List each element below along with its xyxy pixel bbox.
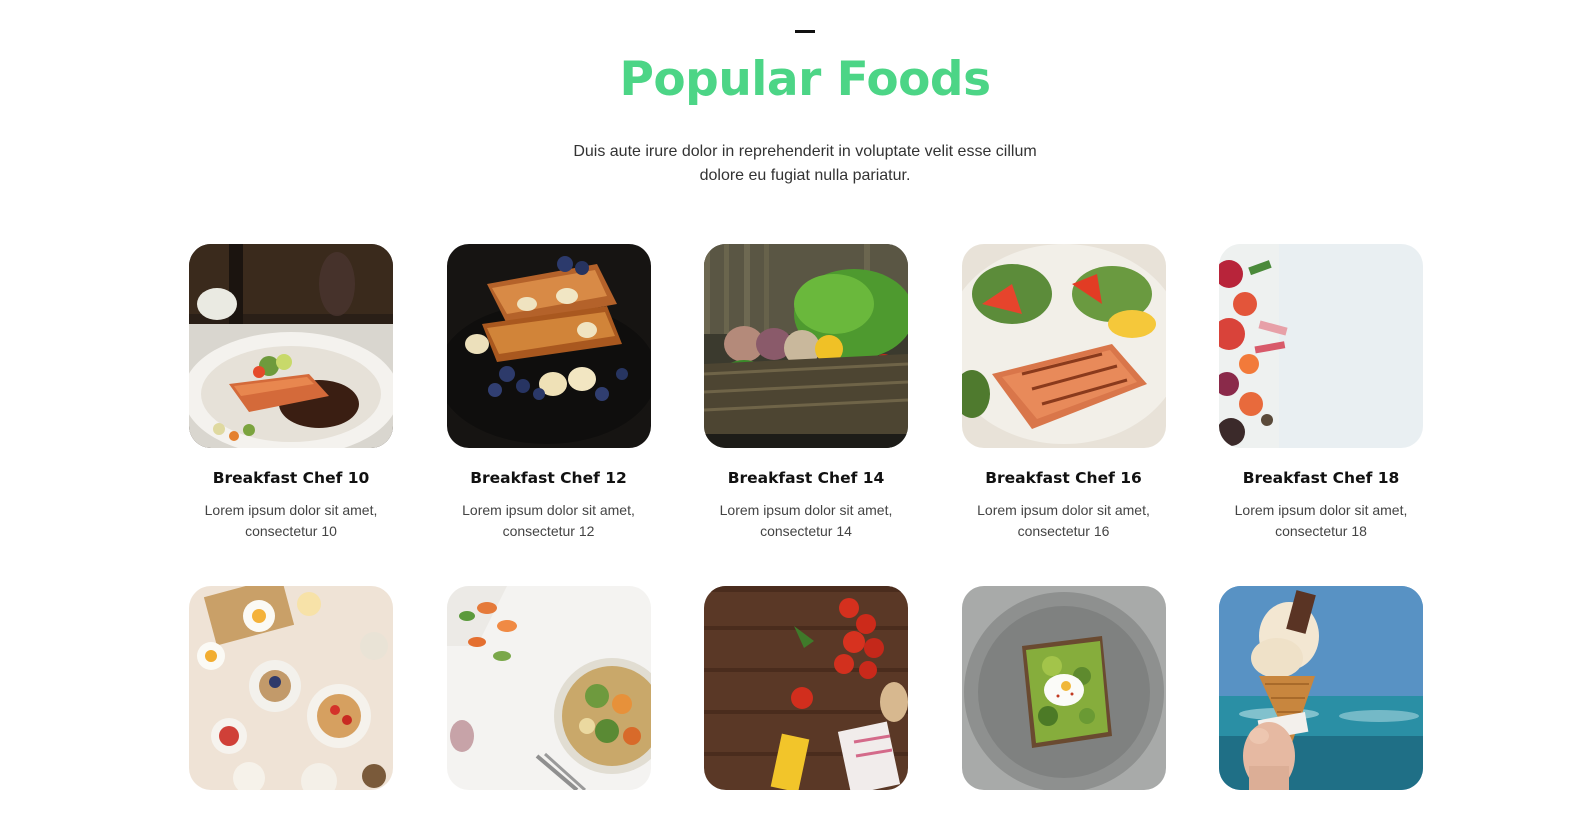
food-title[interactable]: Breakfast Chef 10 [213, 466, 370, 490]
fruit-flatlay-photo [1219, 244, 1423, 448]
food-title[interactable]: Breakfast Chef 12 [470, 466, 627, 490]
grilled-salmon-salad-image[interactable] [961, 244, 1166, 448]
popular-foods-section: Popular Foods Duis aute irure dolor in r… [0, 0, 1579, 814]
brunch-table-photo [189, 586, 393, 790]
grilled-salmon-salad-photo [961, 244, 1166, 448]
food-title[interactable]: Breakfast Chef 16 [985, 466, 1142, 490]
salmon-plate-image[interactable] [189, 244, 393, 448]
section-title: Popular Foods [619, 52, 991, 107]
food-grid: Breakfast Chef 10 Lorem ipsum dolor sit … [189, 244, 1423, 814]
food-card[interactable] [961, 586, 1166, 814]
tomatoes-pasta-board-image[interactable] [704, 586, 908, 790]
section-divider [795, 30, 815, 33]
vegetable-basket-image[interactable] [704, 244, 908, 448]
avocado-toast-photo [961, 586, 1166, 790]
food-card[interactable] [704, 586, 908, 814]
salmon-plate-photo [189, 244, 393, 448]
food-title[interactable]: Breakfast Chef 18 [1243, 466, 1400, 490]
food-description: Lorem ipsum dolor sit amet, consectetur … [204, 502, 378, 539]
french-toast-image[interactable] [446, 244, 651, 448]
food-title[interactable]: Breakfast Chef 14 [728, 466, 885, 490]
food-card[interactable]: Breakfast Chef 12 Lorem ipsum dolor sit … [446, 244, 651, 542]
grain-bowl-photo [446, 586, 651, 790]
food-card[interactable]: Breakfast Chef 16 Lorem ipsum dolor sit … [961, 244, 1166, 542]
food-description: Lorem ipsum dolor sit amet, consectetur … [977, 502, 1150, 539]
ice-cream-cone-image[interactable] [1219, 586, 1423, 790]
ice-cream-cone-photo [1219, 586, 1423, 790]
food-card[interactable] [189, 586, 393, 814]
avocado-toast-image[interactable] [961, 586, 1166, 790]
fruit-flatlay-image[interactable] [1219, 244, 1423, 448]
food-card[interactable] [446, 586, 651, 814]
food-card[interactable]: Breakfast Chef 18 Lorem ipsum dolor sit … [1219, 244, 1423, 542]
food-description: Lorem ipsum dolor sit amet, consectetur … [462, 502, 635, 539]
vegetable-basket-photo [704, 244, 908, 448]
food-card[interactable] [1219, 586, 1423, 814]
brunch-table-image[interactable] [189, 586, 393, 790]
section-subtitle: Duis aute irure dolor in reprehenderit i… [573, 143, 1037, 184]
grain-bowl-image[interactable] [446, 586, 651, 790]
french-toast-photo [446, 244, 651, 448]
food-card[interactable]: Breakfast Chef 10 Lorem ipsum dolor sit … [189, 244, 393, 542]
food-description: Lorem ipsum dolor sit amet, consectetur … [1234, 502, 1408, 539]
tomatoes-pasta-board-photo [704, 586, 908, 790]
food-card[interactable]: Breakfast Chef 14 Lorem ipsum dolor sit … [704, 244, 908, 542]
food-description: Lorem ipsum dolor sit amet, consectetur … [719, 502, 893, 539]
